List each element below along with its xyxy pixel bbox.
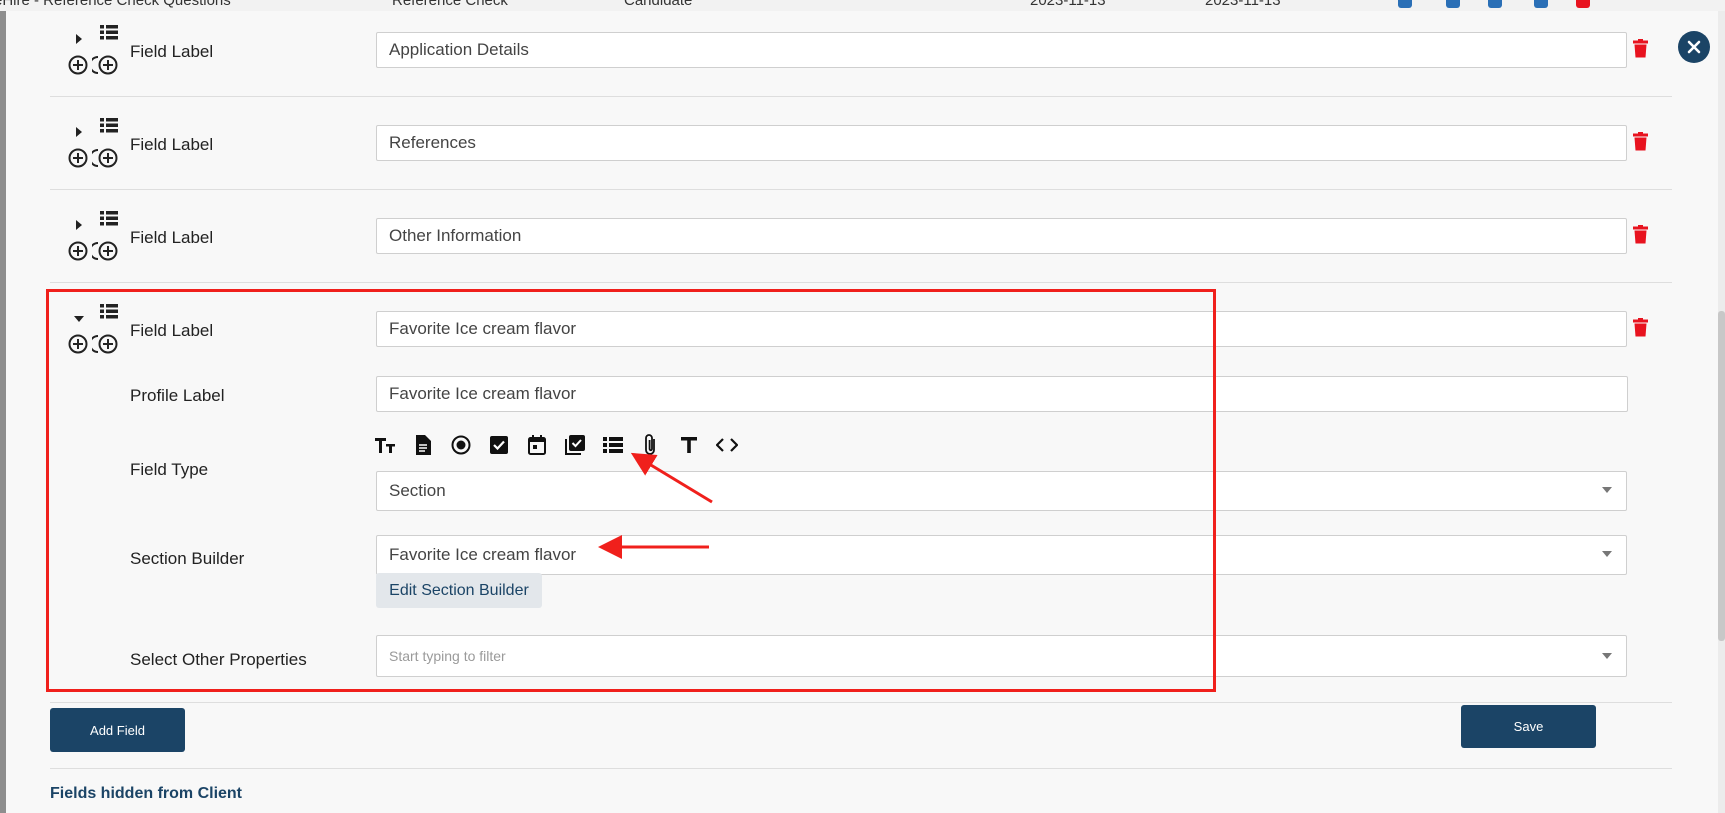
scrollbar-thumb[interactable] bbox=[1718, 311, 1725, 641]
form-builder-modal: Field Label Application Details Field La… bbox=[6, 11, 1725, 813]
arrow-to-list-icon bbox=[630, 452, 713, 504]
bg-audience: Candidate bbox=[624, 0, 693, 9]
delete-icon[interactable] bbox=[1576, 0, 1590, 8]
annotation-arrows bbox=[598, 452, 713, 559]
bg-title: eHire - Reference Check Questions bbox=[0, 0, 231, 9]
bg-date-modified: 2023-11-13 bbox=[1205, 0, 1281, 9]
bg-date-created: 2023-11-13 bbox=[1030, 0, 1106, 9]
history-icon[interactable] bbox=[1398, 0, 1412, 8]
edit-icon[interactable] bbox=[1446, 0, 1460, 8]
settings-icon[interactable] bbox=[1488, 0, 1502, 8]
bg-type: Reference Check bbox=[392, 0, 508, 9]
download-icon[interactable] bbox=[1534, 0, 1548, 8]
background-table-row: eHire - Reference Check Questions Refere… bbox=[0, 0, 1725, 11]
scrollbar[interactable] bbox=[1718, 11, 1725, 813]
